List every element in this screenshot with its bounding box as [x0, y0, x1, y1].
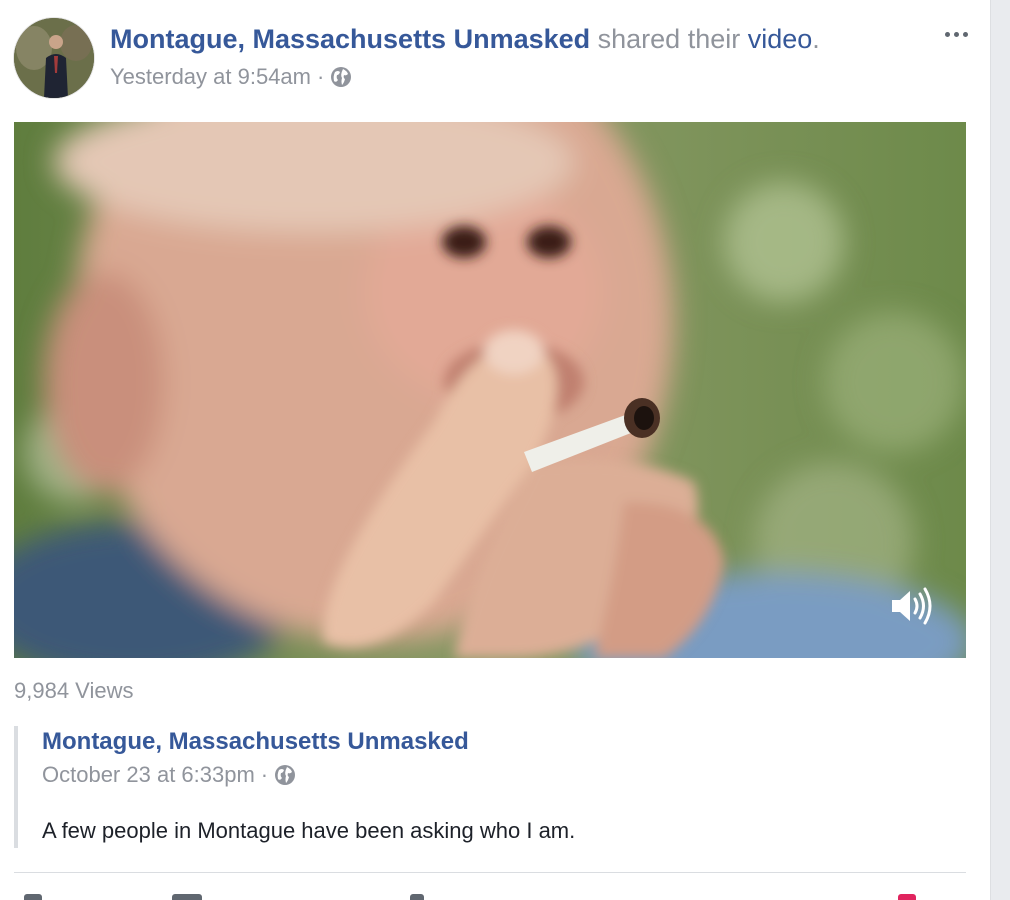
- share-icon[interactable]: [410, 894, 424, 900]
- shared-text: shared their: [590, 24, 748, 54]
- post-meta: Yesterday at 9:54am ·: [110, 62, 352, 92]
- shared-page-name-link[interactable]: Montague, Massachusetts Unmasked: [42, 726, 469, 758]
- page-avatar[interactable]: [14, 18, 94, 98]
- post-header: Montague, Massachusetts Unmasked shared …: [110, 22, 820, 56]
- reaction-icon[interactable]: [898, 894, 916, 900]
- globe-icon[interactable]: [330, 66, 352, 88]
- header-period: .: [812, 24, 820, 54]
- meta-separator: ·: [260, 762, 269, 787]
- video-player[interactable]: [14, 122, 966, 658]
- shared-post-timestamp[interactable]: October 23 at 6:33pm: [42, 760, 255, 790]
- right-rail: [990, 0, 1010, 900]
- shared-post: Montague, Massachusetts Unmasked October…: [14, 726, 966, 848]
- view-count: 9,984 Views: [14, 678, 134, 703]
- page-name-link[interactable]: Montague, Massachusetts Unmasked: [110, 24, 590, 54]
- action-divider: [14, 872, 966, 873]
- more-options-icon[interactable]: [940, 22, 972, 46]
- comment-icon[interactable]: [172, 894, 202, 900]
- volume-icon[interactable]: [886, 584, 936, 628]
- video-link[interactable]: video: [748, 24, 813, 54]
- post-timestamp[interactable]: Yesterday at 9:54am: [110, 62, 311, 92]
- shared-post-text: A few people in Montague have been askin…: [42, 818, 576, 843]
- globe-icon[interactable]: [274, 764, 296, 786]
- shared-post-meta: October 23 at 6:33pm ·: [42, 760, 296, 790]
- like-icon[interactable]: [24, 894, 42, 900]
- meta-separator: ·: [317, 64, 325, 89]
